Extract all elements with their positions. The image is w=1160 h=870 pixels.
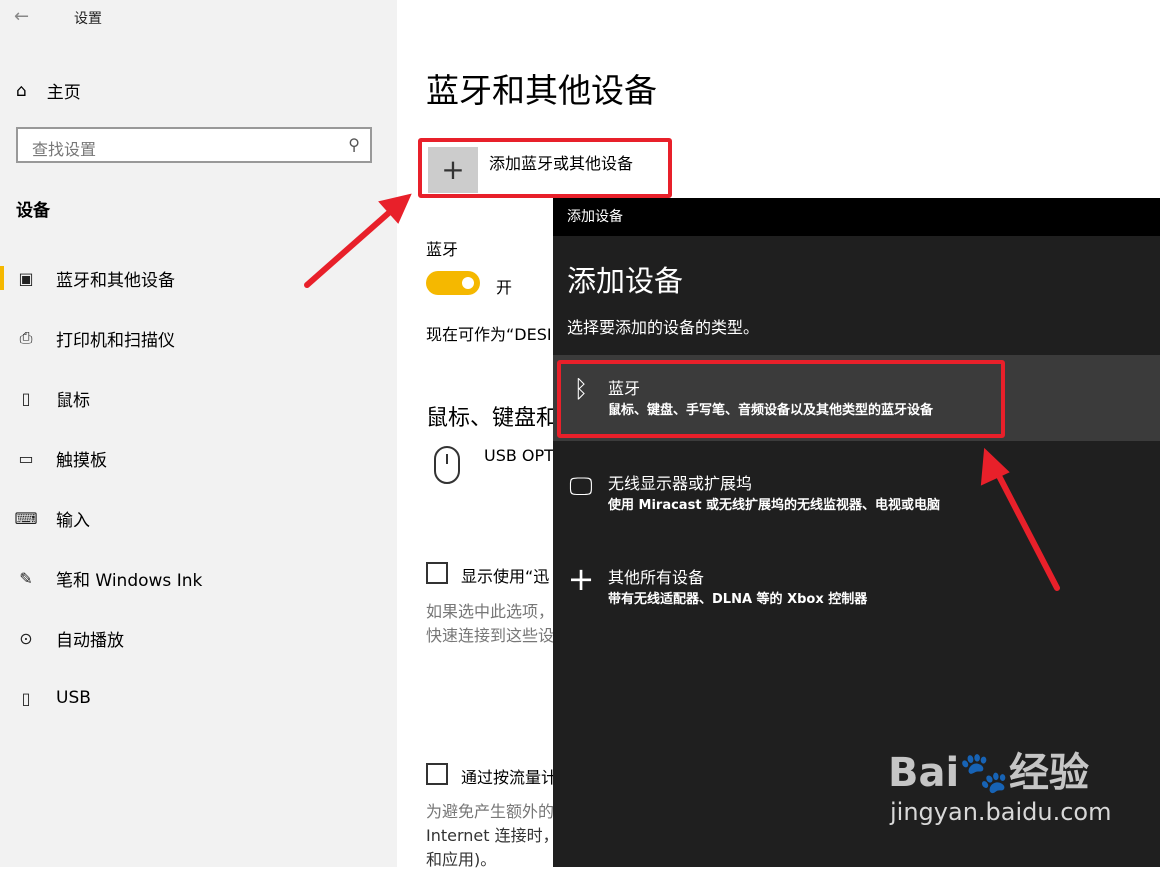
home-icon: ⌂: [16, 80, 27, 101]
option-desc: 带有无线适配器、DLNA 等的 Xbox 控制器: [608, 592, 868, 607]
dialog-title: 添加设备: [567, 264, 684, 298]
sidebar-item-label: 触摸板: [56, 450, 107, 471]
dialog-subtitle: 选择要添加的设备的类型。: [567, 318, 760, 337]
plus-icon: +: [567, 560, 595, 598]
sidebar-item-typing[interactable]: ⌨ 输入: [0, 495, 397, 541]
search-input[interactable]: 查找设置 ⚲: [16, 127, 372, 163]
sidebar-item-autoplay[interactable]: ⊙ 自动播放: [0, 615, 397, 661]
dialog-titlebar: 添加设备: [553, 198, 1160, 236]
monitor-icon: 🖵: [569, 472, 593, 500]
mouse-icon: ▯: [21, 388, 31, 408]
hint-text: 为避免产生额外的: [426, 802, 555, 821]
hint-text: 快速连接到这些设: [426, 626, 555, 645]
watermark-url: jingyan.baidu.com: [890, 798, 1112, 826]
checkbox-label: 显示使用“迅: [461, 567, 550, 586]
pen-icon: ✎: [19, 568, 33, 588]
sidebar-item-label: 鼠标: [56, 390, 90, 411]
search-icon: ⚲: [348, 135, 360, 154]
sidebar-item-label: 打印机和扫描仪: [56, 330, 175, 351]
mouse-device-icon: [434, 446, 460, 484]
option-name: 其他所有设备: [608, 568, 705, 587]
settings-sidebar: ← 设置 ⌂ 主页 查找设置 ⚲ 设备 ▣ 蓝牙和其他设备 ⎙ 打印机和扫描仪 …: [0, 0, 397, 867]
printer-icon: ⎙: [19, 328, 33, 347]
back-arrow-icon[interactable]: ←: [14, 6, 29, 27]
swift-pair-checkbox[interactable]: [426, 562, 448, 584]
option-wireless-display[interactable]: 🖵 无线显示器或扩展坞 使用 Miracast 或无线扩展坞的无线监视器、电视或…: [553, 458, 1160, 544]
mouse-keyboard-heading: 鼠标、键盘和: [426, 406, 559, 431]
autoplay-icon: ⊙: [19, 628, 33, 648]
bluetooth-devices-icon: ▣: [18, 268, 34, 288]
sidebar-item-label: 输入: [56, 510, 90, 531]
option-everything-else[interactable]: + 其他所有设备 带有无线适配器、DLNA 等的 Xbox 控制器: [553, 552, 1160, 638]
section-heading: 设备: [16, 201, 50, 221]
sidebar-item-label: 笔和 Windows Ink: [56, 570, 203, 591]
home-label: 主页: [46, 83, 81, 103]
option-desc: 使用 Miracast 或无线扩展坞的无线监视器、电视或电脑: [608, 498, 941, 513]
keyboard-icon: ⌨: [14, 508, 38, 528]
sidebar-item-pen[interactable]: ✎ 笔和 Windows Ink: [0, 555, 397, 601]
metered-connection-checkbox[interactable]: [426, 763, 448, 785]
usb-icon: ▯: [21, 688, 31, 708]
search-placeholder: 查找设置: [32, 140, 97, 159]
baidu-watermark: Bai🐾经验 jingyan.baidu.com: [888, 740, 1111, 826]
hint-text: 和应用)。: [426, 850, 497, 869]
discoverable-text: 现在可作为“DESI: [426, 325, 552, 344]
hint-text: Internet 连接时，: [426, 826, 559, 845]
highlight-box: [557, 360, 1005, 438]
sidebar-item-label: 自动播放: [56, 630, 124, 651]
hint-text: 如果选中此选项，: [426, 602, 555, 621]
bluetooth-toggle[interactable]: [426, 271, 480, 295]
sidebar-item-mouse[interactable]: ▯ 鼠标: [0, 375, 397, 421]
touchpad-icon: ▭: [18, 448, 34, 468]
sidebar-item-bluetooth[interactable]: ▣ 蓝牙和其他设备: [0, 255, 397, 301]
sidebar-item-label: 蓝牙和其他设备: [56, 270, 175, 291]
window-title: 设置: [74, 11, 102, 27]
baidu-logo: Bai🐾经验: [888, 750, 1089, 796]
sidebar-item-touchpad[interactable]: ▭ 触摸板: [0, 435, 397, 481]
sidebar-item-printers[interactable]: ⎙ 打印机和扫描仪: [0, 315, 397, 361]
page-title: 蓝牙和其他设备: [426, 71, 657, 110]
sidebar-item-usb[interactable]: ▯ USB: [0, 675, 397, 721]
option-name: 无线显示器或扩展坞: [608, 474, 753, 493]
highlight-box: [418, 138, 672, 198]
toggle-state-label: 开: [496, 278, 513, 297]
usb-device-name[interactable]: USB OPTI: [484, 446, 559, 465]
checkbox-label: 通过按流量计: [461, 768, 558, 787]
sidebar-item-label: USB: [56, 688, 91, 708]
bluetooth-heading: 蓝牙: [426, 240, 459, 259]
home-nav-item[interactable]: ⌂ 主页: [16, 78, 81, 104]
